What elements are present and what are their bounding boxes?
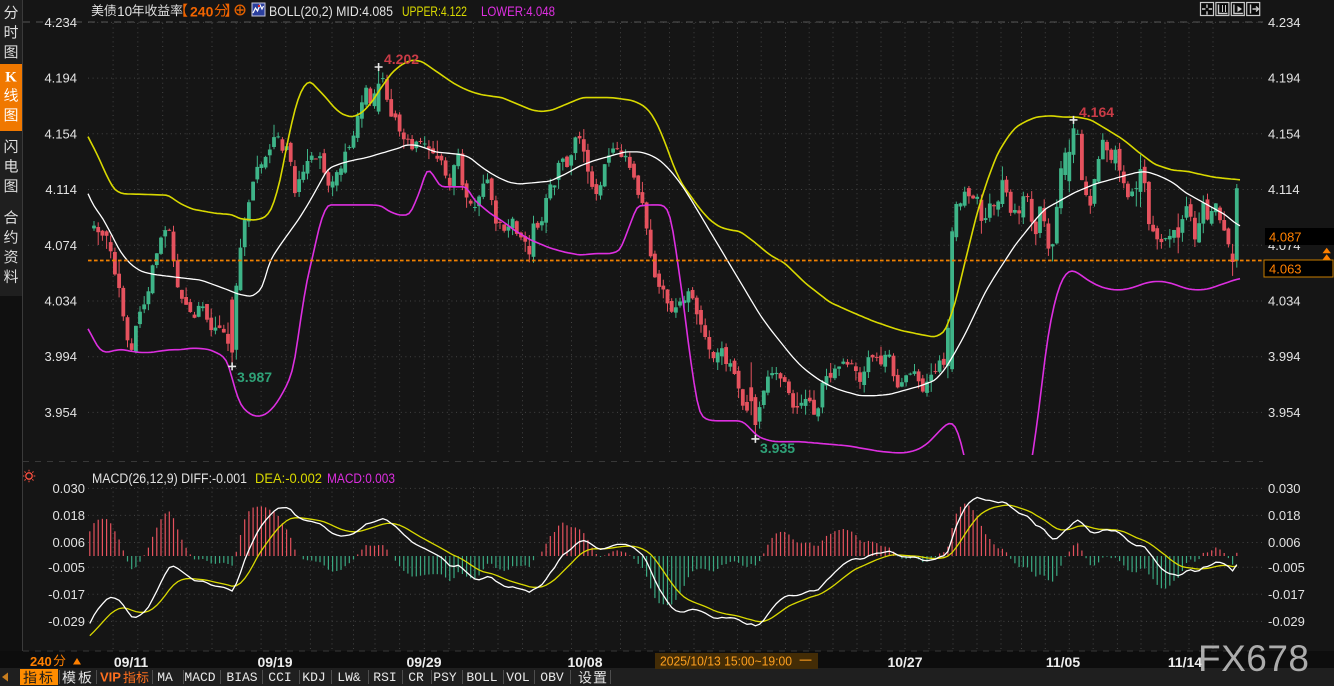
svg-text:4.063: 4.063 (1269, 262, 1302, 277)
svg-text:4.202: 4.202 (384, 51, 419, 67)
svg-text:4.114: 4.114 (45, 182, 77, 197)
svg-text:VOL: VOL (506, 670, 529, 685)
svg-text:3.954: 3.954 (1268, 405, 1301, 420)
svg-text:3.935: 3.935 (760, 440, 795, 456)
svg-text:K: K (5, 70, 17, 86)
svg-text:-0.029: -0.029 (1268, 614, 1305, 629)
svg-text:3.987: 3.987 (237, 369, 272, 385)
svg-text:4.234: 4.234 (1268, 15, 1301, 30)
svg-text:240: 240 (30, 654, 52, 669)
svg-text:09/11: 09/11 (114, 654, 148, 670)
svg-text:11/05: 11/05 (1046, 654, 1080, 670)
svg-text:BOLL(20,2) MID:4.085: BOLL(20,2) MID:4.085 (269, 3, 393, 19)
svg-text:4.034: 4.034 (1268, 294, 1301, 309)
svg-text:DEA:-0.002: DEA:-0.002 (255, 471, 322, 486)
svg-text:-0.005: -0.005 (48, 560, 85, 575)
svg-text:0.018: 0.018 (52, 508, 85, 523)
svg-text:3.994: 3.994 (44, 349, 77, 364)
svg-text:LW&: LW& (337, 670, 361, 685)
svg-text:4.114: 4.114 (1268, 182, 1300, 197)
svg-text:4.154: 4.154 (1268, 126, 1301, 141)
svg-text:KDJ: KDJ (302, 670, 325, 685)
svg-text:CCI: CCI (268, 670, 291, 685)
svg-text:MACD:0.003: MACD:0.003 (327, 471, 395, 486)
svg-text:0.030: 0.030 (52, 481, 85, 496)
svg-text:0.006: 0.006 (1268, 535, 1301, 550)
svg-text:4.194: 4.194 (1268, 71, 1301, 86)
svg-text:BOLL: BOLL (466, 670, 497, 685)
svg-text:0.018: 0.018 (1268, 508, 1301, 523)
svg-text:3.954: 3.954 (44, 405, 77, 420)
svg-text:09/19: 09/19 (257, 654, 292, 670)
svg-text:VIP: VIP (100, 670, 121, 685)
svg-text:4.074: 4.074 (44, 238, 77, 253)
svg-text:-0.017: -0.017 (1268, 587, 1305, 602)
svg-text:4.234: 4.234 (44, 15, 77, 30)
svg-text:CR: CR (408, 670, 424, 685)
svg-text:0.030: 0.030 (1268, 481, 1301, 496)
svg-text:4.154: 4.154 (44, 126, 77, 141)
svg-text:0.006: 0.006 (52, 535, 85, 550)
svg-text:10/27: 10/27 (887, 654, 922, 670)
svg-text:UPPER:4.122: UPPER:4.122 (402, 3, 467, 19)
svg-text:09/29: 09/29 (406, 654, 441, 670)
svg-text:10/08: 10/08 (567, 654, 602, 670)
svg-text:-0.005: -0.005 (1268, 560, 1305, 575)
svg-text:LOWER:4.048: LOWER:4.048 (481, 3, 555, 19)
svg-text:2025/10/13 15:00~19:00: 2025/10/13 15:00~19:00 (660, 654, 792, 669)
svg-text:10: 10 (117, 4, 132, 19)
svg-text:240: 240 (190, 4, 214, 20)
svg-text:PSY: PSY (433, 670, 457, 685)
svg-text:4.194: 4.194 (44, 71, 77, 86)
svg-text:OBV: OBV (540, 670, 564, 685)
svg-text:4.034: 4.034 (44, 294, 77, 309)
svg-text:RSI: RSI (373, 670, 396, 685)
svg-text:MACD: MACD (184, 670, 215, 685)
svg-text:4.164: 4.164 (1079, 104, 1114, 120)
svg-text:FX678: FX678 (1198, 638, 1310, 679)
svg-text:4.087: 4.087 (1269, 230, 1302, 245)
svg-text:-0.017: -0.017 (48, 587, 85, 602)
svg-text:3.994: 3.994 (1268, 349, 1301, 364)
svg-text:-0.029: -0.029 (48, 614, 85, 629)
svg-text:BIAS: BIAS (226, 670, 257, 685)
svg-text:MACD(26,12,9) DIFF:-0.001: MACD(26,12,9) DIFF:-0.001 (92, 471, 247, 486)
svg-text:MA: MA (157, 670, 173, 685)
